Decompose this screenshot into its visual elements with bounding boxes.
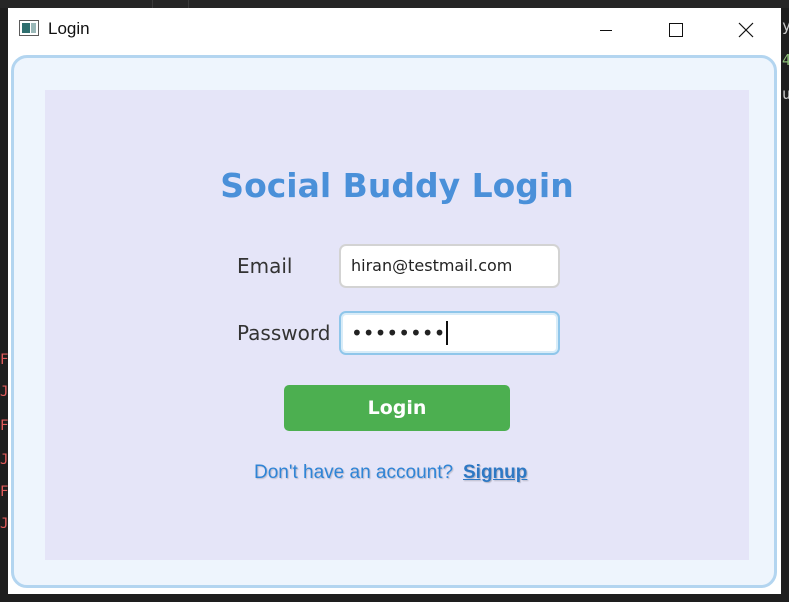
login-button[interactable]: Login	[284, 385, 510, 431]
background-editor-edge: y4u	[781, 8, 789, 602]
login-form-panel: Social Buddy Login Email hiran@testmail.…	[45, 90, 749, 560]
maximize-button[interactable]	[641, 8, 711, 52]
outer-panel: Social Buddy Login Email hiran@testmail.…	[11, 55, 777, 588]
background-top-strip	[0, 0, 789, 8]
signup-link[interactable]: Signup	[463, 462, 527, 484]
minimize-icon	[600, 30, 612, 31]
email-field[interactable]: hiran@testmail.com	[339, 244, 560, 288]
title-bar[interactable]: Login	[8, 8, 781, 52]
signup-row: Don't have an account? Signup	[45, 462, 749, 488]
signup-prompt: Don't have an account?	[254, 462, 454, 483]
minimize-button[interactable]	[571, 8, 641, 52]
password-field[interactable]: ••••••••	[339, 311, 560, 355]
email-label: Email	[237, 254, 293, 278]
close-icon	[738, 22, 754, 38]
text-caret	[446, 320, 449, 345]
page-title: Social Buddy Login	[220, 166, 574, 205]
password-label: Password	[237, 321, 331, 345]
app-window-icon	[19, 20, 39, 36]
close-button[interactable]	[711, 8, 781, 52]
background-console-edge: F J F J F J	[0, 352, 8, 532]
login-window: Login Social Buddy Login Email hiran@tes…	[8, 8, 781, 594]
window-title: Login	[48, 19, 90, 38]
window-content: Social Buddy Login Email hiran@testmail.…	[8, 52, 781, 594]
maximize-icon	[669, 23, 683, 37]
password-value: ••••••••	[351, 321, 446, 345]
email-value: hiran@testmail.com	[351, 256, 513, 275]
